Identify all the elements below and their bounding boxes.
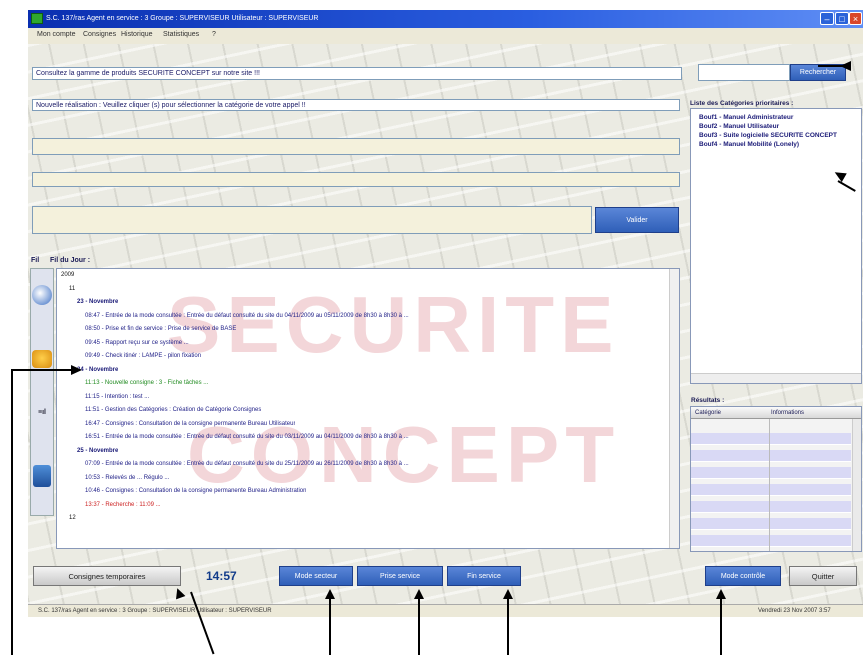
grid-header-category[interactable]: Catégorie [695, 407, 721, 419]
tree-node[interactable]: 09:45 - Rapport reçu sur ce système ... [85, 339, 189, 348]
menu-item-statistiques[interactable]: Statistiques [163, 31, 199, 38]
tree-node[interactable]: 08:50 - Prise et fin de service : Prise … [85, 325, 236, 334]
grid-row[interactable] [691, 450, 851, 462]
grid-row[interactable] [691, 433, 851, 445]
grid-header-row: Catégorie Informations [691, 407, 861, 419]
tree-scrollbar[interactable] [669, 269, 679, 548]
list-item[interactable]: Bouf3 - Suite logicielle SECURITE CONCEP… [699, 131, 837, 140]
app-logo-icon [31, 13, 43, 24]
tree-node[interactable]: 11:15 - Intention : test ... [85, 393, 149, 402]
maximize-icon[interactable]: □ [835, 12, 849, 25]
temporary-orders-button[interactable]: Consignes temporaires [33, 566, 181, 586]
tree-node[interactable]: 09:49 - Check itinér : LAMPE - pilon fix… [85, 352, 201, 361]
list-hscrollbar[interactable] [691, 373, 861, 383]
tree-lines: 2009 11 23 - Novembre 08:47 - Entrée de la … [57, 271, 672, 547]
control-mode-button[interactable]: Mode contrôle [705, 566, 781, 586]
tree-node[interactable]: 16:51 - Entrée de la mode consultée : En… [85, 433, 409, 442]
grid-header-info[interactable]: Informations [771, 407, 804, 419]
chart-icon[interactable]: ≡ıl [32, 405, 52, 421]
minimize-icon[interactable]: – [820, 12, 834, 25]
callout-arrow-tree-stem [11, 370, 13, 655]
tree-node[interactable]: 25 - Novembre [77, 447, 118, 456]
text-input-3[interactable] [32, 206, 592, 234]
status-right-text: Vendredi 23 Nov 2007 3:57 [758, 608, 831, 614]
callout-arrow-tree [11, 369, 73, 371]
phone-icon[interactable] [33, 465, 51, 487]
tree-node[interactable]: 24 - Novembre [77, 366, 118, 375]
tree-node[interactable]: 16:47 - Consignes : Consultation de la c… [85, 420, 295, 429]
globe-icon[interactable] [32, 285, 52, 305]
grid-rows [691, 433, 851, 551]
callout-arrow-btn2-head [414, 589, 424, 599]
tree-node[interactable]: 23 - Novembre [77, 298, 118, 307]
users-icon[interactable] [32, 350, 52, 368]
callout-arrow-btn4-head [716, 589, 726, 599]
grid-row[interactable] [691, 467, 851, 479]
end-service-button[interactable]: Fin service [447, 566, 521, 586]
tree-node[interactable]: 13:37 - Recherche : 11:09 ... [85, 501, 161, 510]
menu-item-consignes[interactable]: Consignes [83, 31, 116, 38]
grid-row[interactable] [691, 501, 851, 513]
menu-bar [28, 28, 863, 44]
close-icon[interactable]: × [849, 12, 862, 25]
tree-node[interactable]: 2009 [61, 271, 74, 280]
results-label: Résultats : [691, 397, 725, 404]
callout-arrow-btn3 [507, 598, 509, 655]
grid-row[interactable] [691, 484, 851, 496]
list-item[interactable]: Bouf4 - Manuel Mobilité (Lonely) [699, 140, 837, 149]
side-label: Fil [31, 257, 40, 264]
tree-node[interactable]: 10:46 - Consignes : Consultation de la c… [85, 487, 306, 496]
grid-row[interactable] [691, 535, 851, 547]
grid-scrollbar[interactable] [852, 419, 861, 551]
text-input-1[interactable] [32, 138, 680, 155]
tree-node[interactable]: 10:53 - Relevés de ... Régulo ... [85, 474, 169, 483]
validate-button[interactable]: Valider [595, 207, 679, 233]
clock-display: 14:57 [206, 569, 237, 583]
category-list-label: Liste des Catégories prioritaires : [690, 100, 794, 107]
quit-button[interactable]: Quitter [789, 566, 857, 586]
tree-label: Fil du Jour : [50, 257, 91, 264]
grid-column-divider [769, 419, 770, 551]
priority-category-list[interactable]: Bouf1 - Manuel Administrateur Bouf2 - Ma… [690, 108, 862, 384]
menu-item-help[interactable]: ? [212, 31, 216, 38]
status-bar: S.C. 137/ras Agent en service : 3 Groupe… [28, 604, 863, 617]
daily-log-tree[interactable]: SECURITE CONCEPT 2009 11 23 - Novembre 08:4… [56, 268, 680, 549]
search-input[interactable] [698, 64, 790, 81]
incoming-call-field: Nouvelle réalisation : Veuillez cliquer … [32, 99, 680, 111]
callout-arrow-tree-head [71, 365, 82, 375]
callout-arrow-search-head [840, 61, 851, 71]
callout-arrow-btn2 [418, 598, 420, 655]
window-title: S.C. 137/ras Agent en service : 3 Groupe… [46, 15, 319, 22]
results-grid[interactable]: Catégorie Informations [690, 406, 862, 552]
menu-item-mon-compte[interactable]: Mon compte [37, 31, 76, 38]
grid-row[interactable] [691, 518, 851, 530]
tree-node[interactable]: 11:13 - Nouvelle consigne : 3 - Fiche tâ… [85, 379, 208, 388]
status-left-text: S.C. 137/ras Agent en service : 3 Groupe… [38, 608, 272, 614]
callout-arrow-btn1-head [325, 589, 335, 599]
tree-node[interactable]: 07:09 - Entrée de la mode consultée : En… [85, 460, 409, 469]
callout-arrow-btn4 [720, 598, 722, 655]
list-item[interactable]: Bouf1 - Manuel Administrateur [699, 113, 837, 122]
callout-arrow-btn1 [329, 598, 331, 655]
start-service-button[interactable]: Prise service [357, 566, 443, 586]
header-message-field: Consultez la gamme de produits SECURITE … [32, 67, 682, 80]
tree-node[interactable]: 08:47 - Entrée de la mode consultée : En… [85, 312, 409, 321]
callout-arrow-btn3-head [503, 589, 513, 599]
window-title-bar: S.C. 137/ras Agent en service : 3 Groupe… [28, 10, 863, 28]
menu-item-historique[interactable]: Historique [121, 31, 153, 38]
text-input-2[interactable] [32, 172, 680, 187]
tree-node[interactable]: 12 [69, 514, 76, 523]
sector-mode-button[interactable]: Mode secteur [279, 566, 353, 586]
tree-node[interactable]: 11 [69, 285, 75, 294]
tree-node[interactable]: 11:51 - Gestion des Catégories : Créatio… [85, 406, 261, 415]
list-item[interactable]: Bouf2 - Manuel Utilisateur [699, 122, 837, 131]
